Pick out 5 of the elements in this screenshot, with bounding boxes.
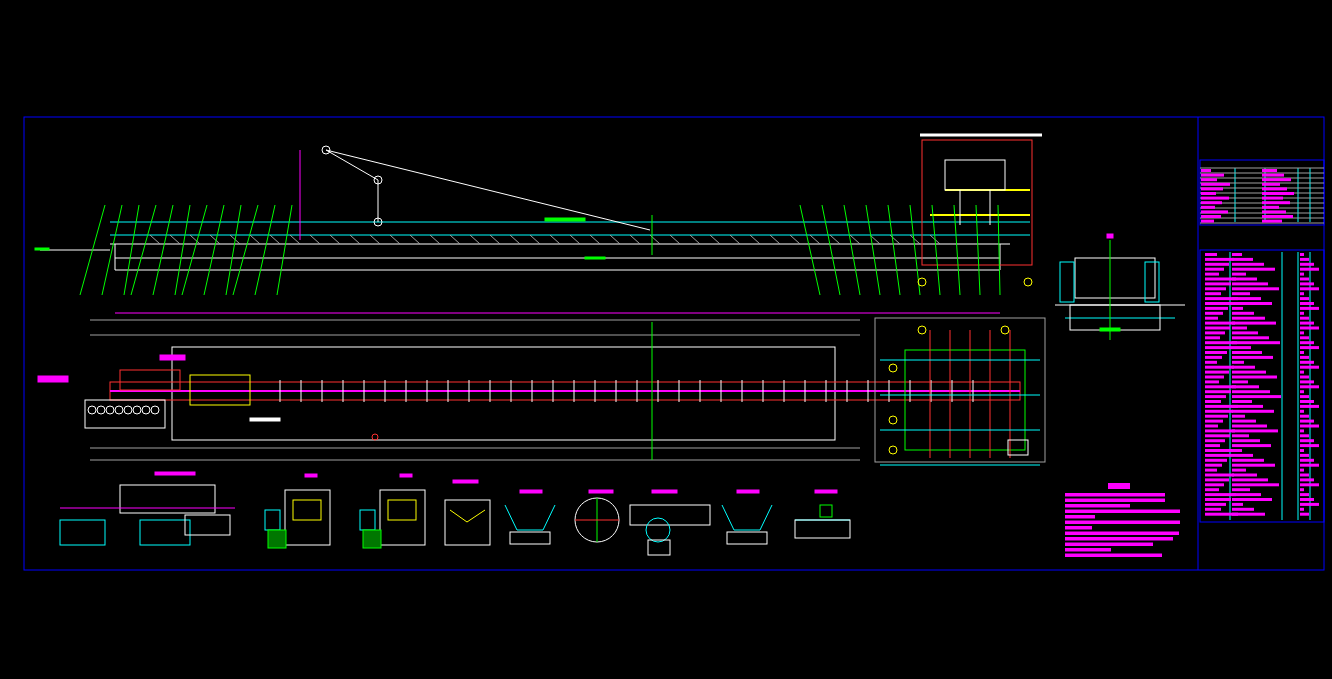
- trough-idler-detail-drawing: [504, 489, 556, 545]
- trough-idler-detail-drawing: [721, 489, 773, 545]
- return-idler-detail-drawing: [794, 489, 851, 539]
- wheel-detail-drawing: [574, 489, 620, 543]
- idler-detail-drawing: [444, 479, 491, 546]
